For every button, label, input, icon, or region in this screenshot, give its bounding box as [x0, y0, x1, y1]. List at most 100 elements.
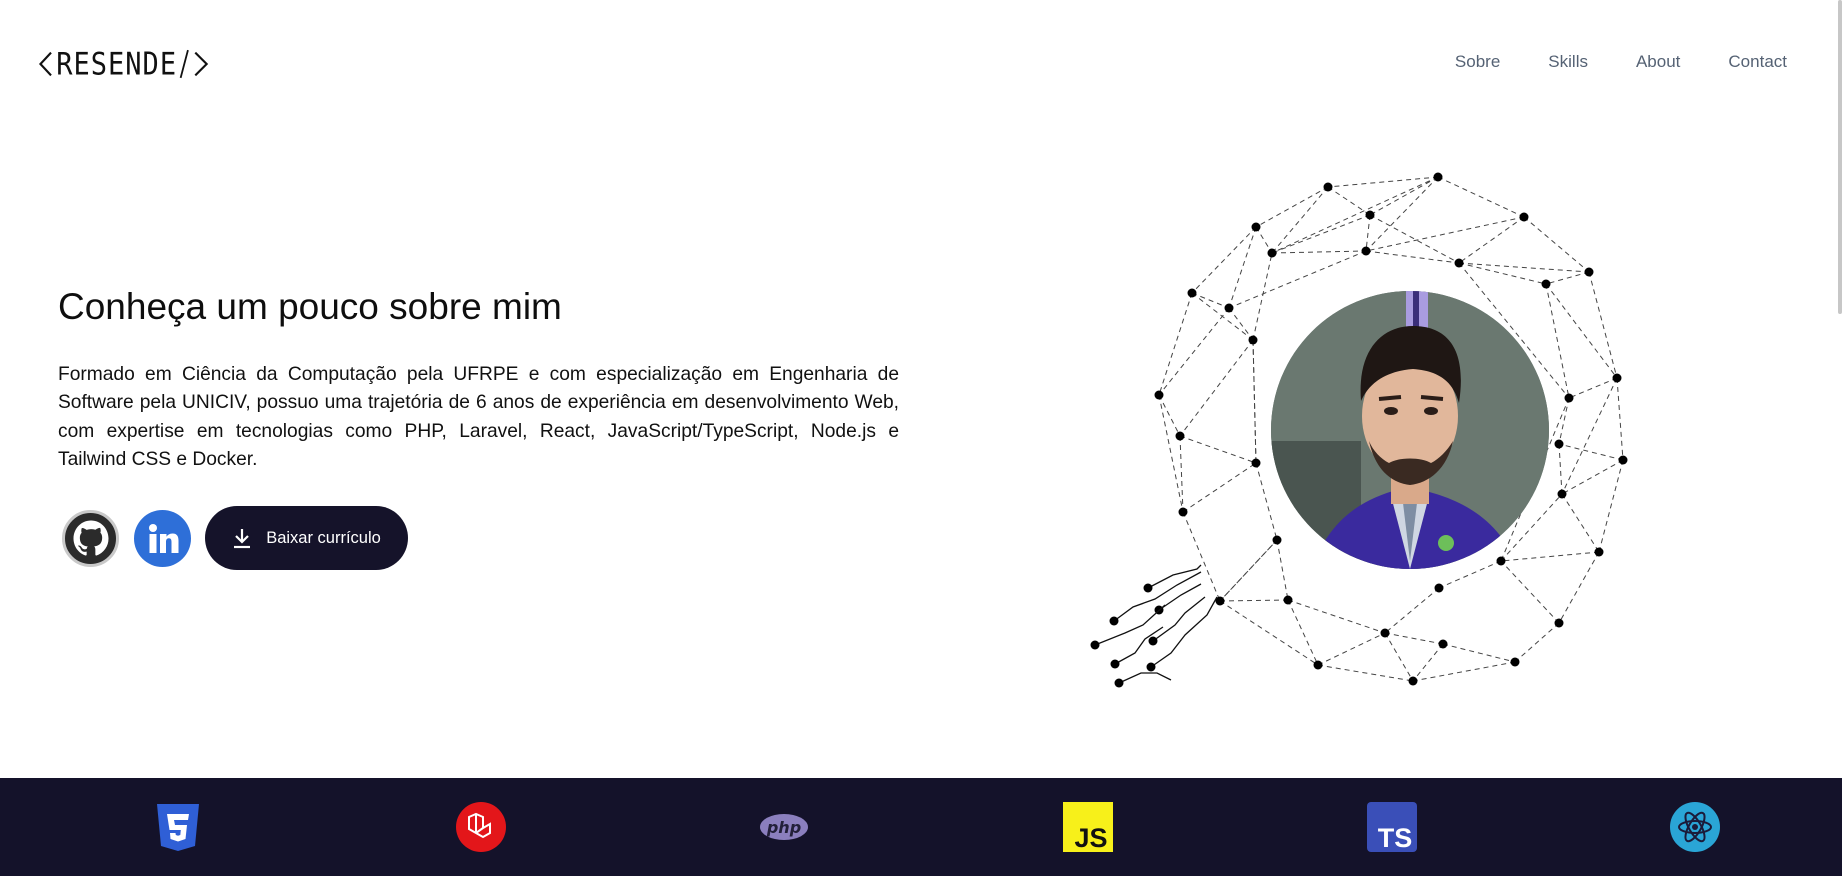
network-node — [1178, 507, 1188, 517]
network-edge — [1219, 599, 1289, 602]
network-node — [1496, 556, 1506, 566]
svg-text:JS: JS — [1074, 823, 1107, 852]
github-link[interactable] — [62, 509, 119, 567]
network-edge — [1179, 435, 1184, 513]
network-node — [1564, 393, 1574, 403]
angle-bracket-left-icon — [38, 51, 52, 77]
php-icon: php — [759, 802, 809, 852]
network-edge — [1228, 307, 1254, 341]
network-edge — [1458, 216, 1525, 264]
network-edge — [1365, 176, 1439, 252]
logo-text: RESENDE — [56, 46, 178, 82]
network-edge — [1514, 622, 1560, 663]
main-nav: Sobre Skills About Contact — [1455, 52, 1787, 72]
network-node — [1251, 222, 1261, 232]
network-edge — [1561, 493, 1600, 553]
network-edge — [1500, 551, 1600, 562]
network-node — [1361, 246, 1371, 256]
circuit-node — [1114, 678, 1124, 688]
network-node — [1224, 303, 1234, 313]
nav-link-about[interactable]: About — [1636, 52, 1680, 72]
network-node — [1557, 489, 1567, 499]
network-node — [1408, 676, 1418, 686]
network-edge — [1545, 283, 1618, 379]
network-node — [1323, 182, 1333, 192]
network-node — [1313, 660, 1323, 670]
network-edge — [1327, 176, 1439, 188]
network-node — [1433, 172, 1443, 182]
network-edge — [1228, 226, 1257, 309]
network-edge — [1412, 643, 1444, 682]
network-edge — [1271, 186, 1329, 254]
network-node — [1272, 535, 1282, 545]
network-edge — [1558, 397, 1570, 445]
network-edge — [1458, 262, 1547, 285]
laravel-icon — [456, 802, 506, 852]
nav-link-contact[interactable]: Contact — [1728, 52, 1787, 72]
network-node — [1454, 258, 1464, 268]
network-edge — [1255, 462, 1278, 541]
network-node — [1554, 439, 1564, 449]
network-edge — [1523, 216, 1590, 273]
network-node — [1554, 618, 1564, 628]
svg-text:TS: TS — [1378, 823, 1413, 852]
circuit-node — [1143, 583, 1153, 593]
hero-title: Conheça um pouco sobre mim — [58, 286, 562, 327]
network-node — [1365, 210, 1375, 220]
network-edge — [1365, 214, 1371, 252]
network-edge — [1271, 250, 1367, 254]
circuit-node — [1090, 640, 1100, 650]
network-edge — [1179, 435, 1257, 464]
network-edge — [1558, 551, 1600, 624]
network-edge — [1568, 377, 1618, 399]
download-cv-label: Baixar currículo — [266, 528, 381, 547]
network-edge — [1558, 443, 1563, 495]
network-edge — [1588, 271, 1618, 379]
network-edge — [1438, 560, 1502, 589]
linkedin-link[interactable] — [134, 509, 191, 567]
svg-text:php: php — [766, 818, 801, 837]
network-edge — [1191, 292, 1230, 309]
network-node — [1175, 431, 1185, 441]
network-edge — [1384, 632, 1444, 645]
nav-link-skills[interactable]: Skills — [1548, 52, 1588, 72]
network-node — [1248, 335, 1258, 345]
network-edge — [1561, 459, 1624, 495]
linkedin-icon — [148, 524, 178, 553]
network-node — [1541, 279, 1551, 289]
circuit-line — [1158, 583, 1202, 611]
network-edge — [1287, 599, 1386, 634]
network-edge — [1317, 632, 1386, 666]
network-edge — [1158, 307, 1230, 396]
network-edge — [1384, 587, 1440, 634]
network-edge — [1158, 292, 1193, 396]
network-edge — [1317, 664, 1414, 682]
react-icon — [1670, 802, 1720, 852]
network-edge — [1158, 394, 1181, 437]
network-edge — [1412, 661, 1516, 682]
profile-photo-image — [1271, 291, 1549, 569]
network-edge — [1179, 339, 1254, 437]
page-scrollbar[interactable] — [1838, 0, 1842, 314]
javascript-icon: JS — [1063, 802, 1113, 853]
network-node — [1154, 390, 1164, 400]
network-edge — [1437, 176, 1525, 218]
network-edge — [1182, 511, 1221, 602]
circuit-line — [1152, 596, 1206, 642]
css3-icon — [153, 802, 203, 852]
network-node — [1618, 455, 1628, 465]
download-cv-button[interactable]: Baixar currículo — [205, 506, 408, 570]
network-node — [1187, 288, 1197, 298]
nav-link-sobre[interactable]: Sobre — [1455, 52, 1500, 72]
network-edge — [1442, 643, 1516, 663]
network-edge — [1255, 226, 1273, 254]
logo[interactable]: RESENDE — [38, 44, 210, 84]
network-node — [1594, 547, 1604, 557]
circuit-line — [1114, 626, 1164, 665]
circuit-line — [1118, 672, 1172, 684]
network-edge — [1271, 214, 1371, 254]
network-edge — [1365, 250, 1460, 264]
tech-stack-bar: php JS TS — [0, 778, 1842, 876]
circuit-node — [1109, 616, 1119, 626]
hero-description: Formado em Ciência da Computação pela UF… — [58, 364, 899, 471]
